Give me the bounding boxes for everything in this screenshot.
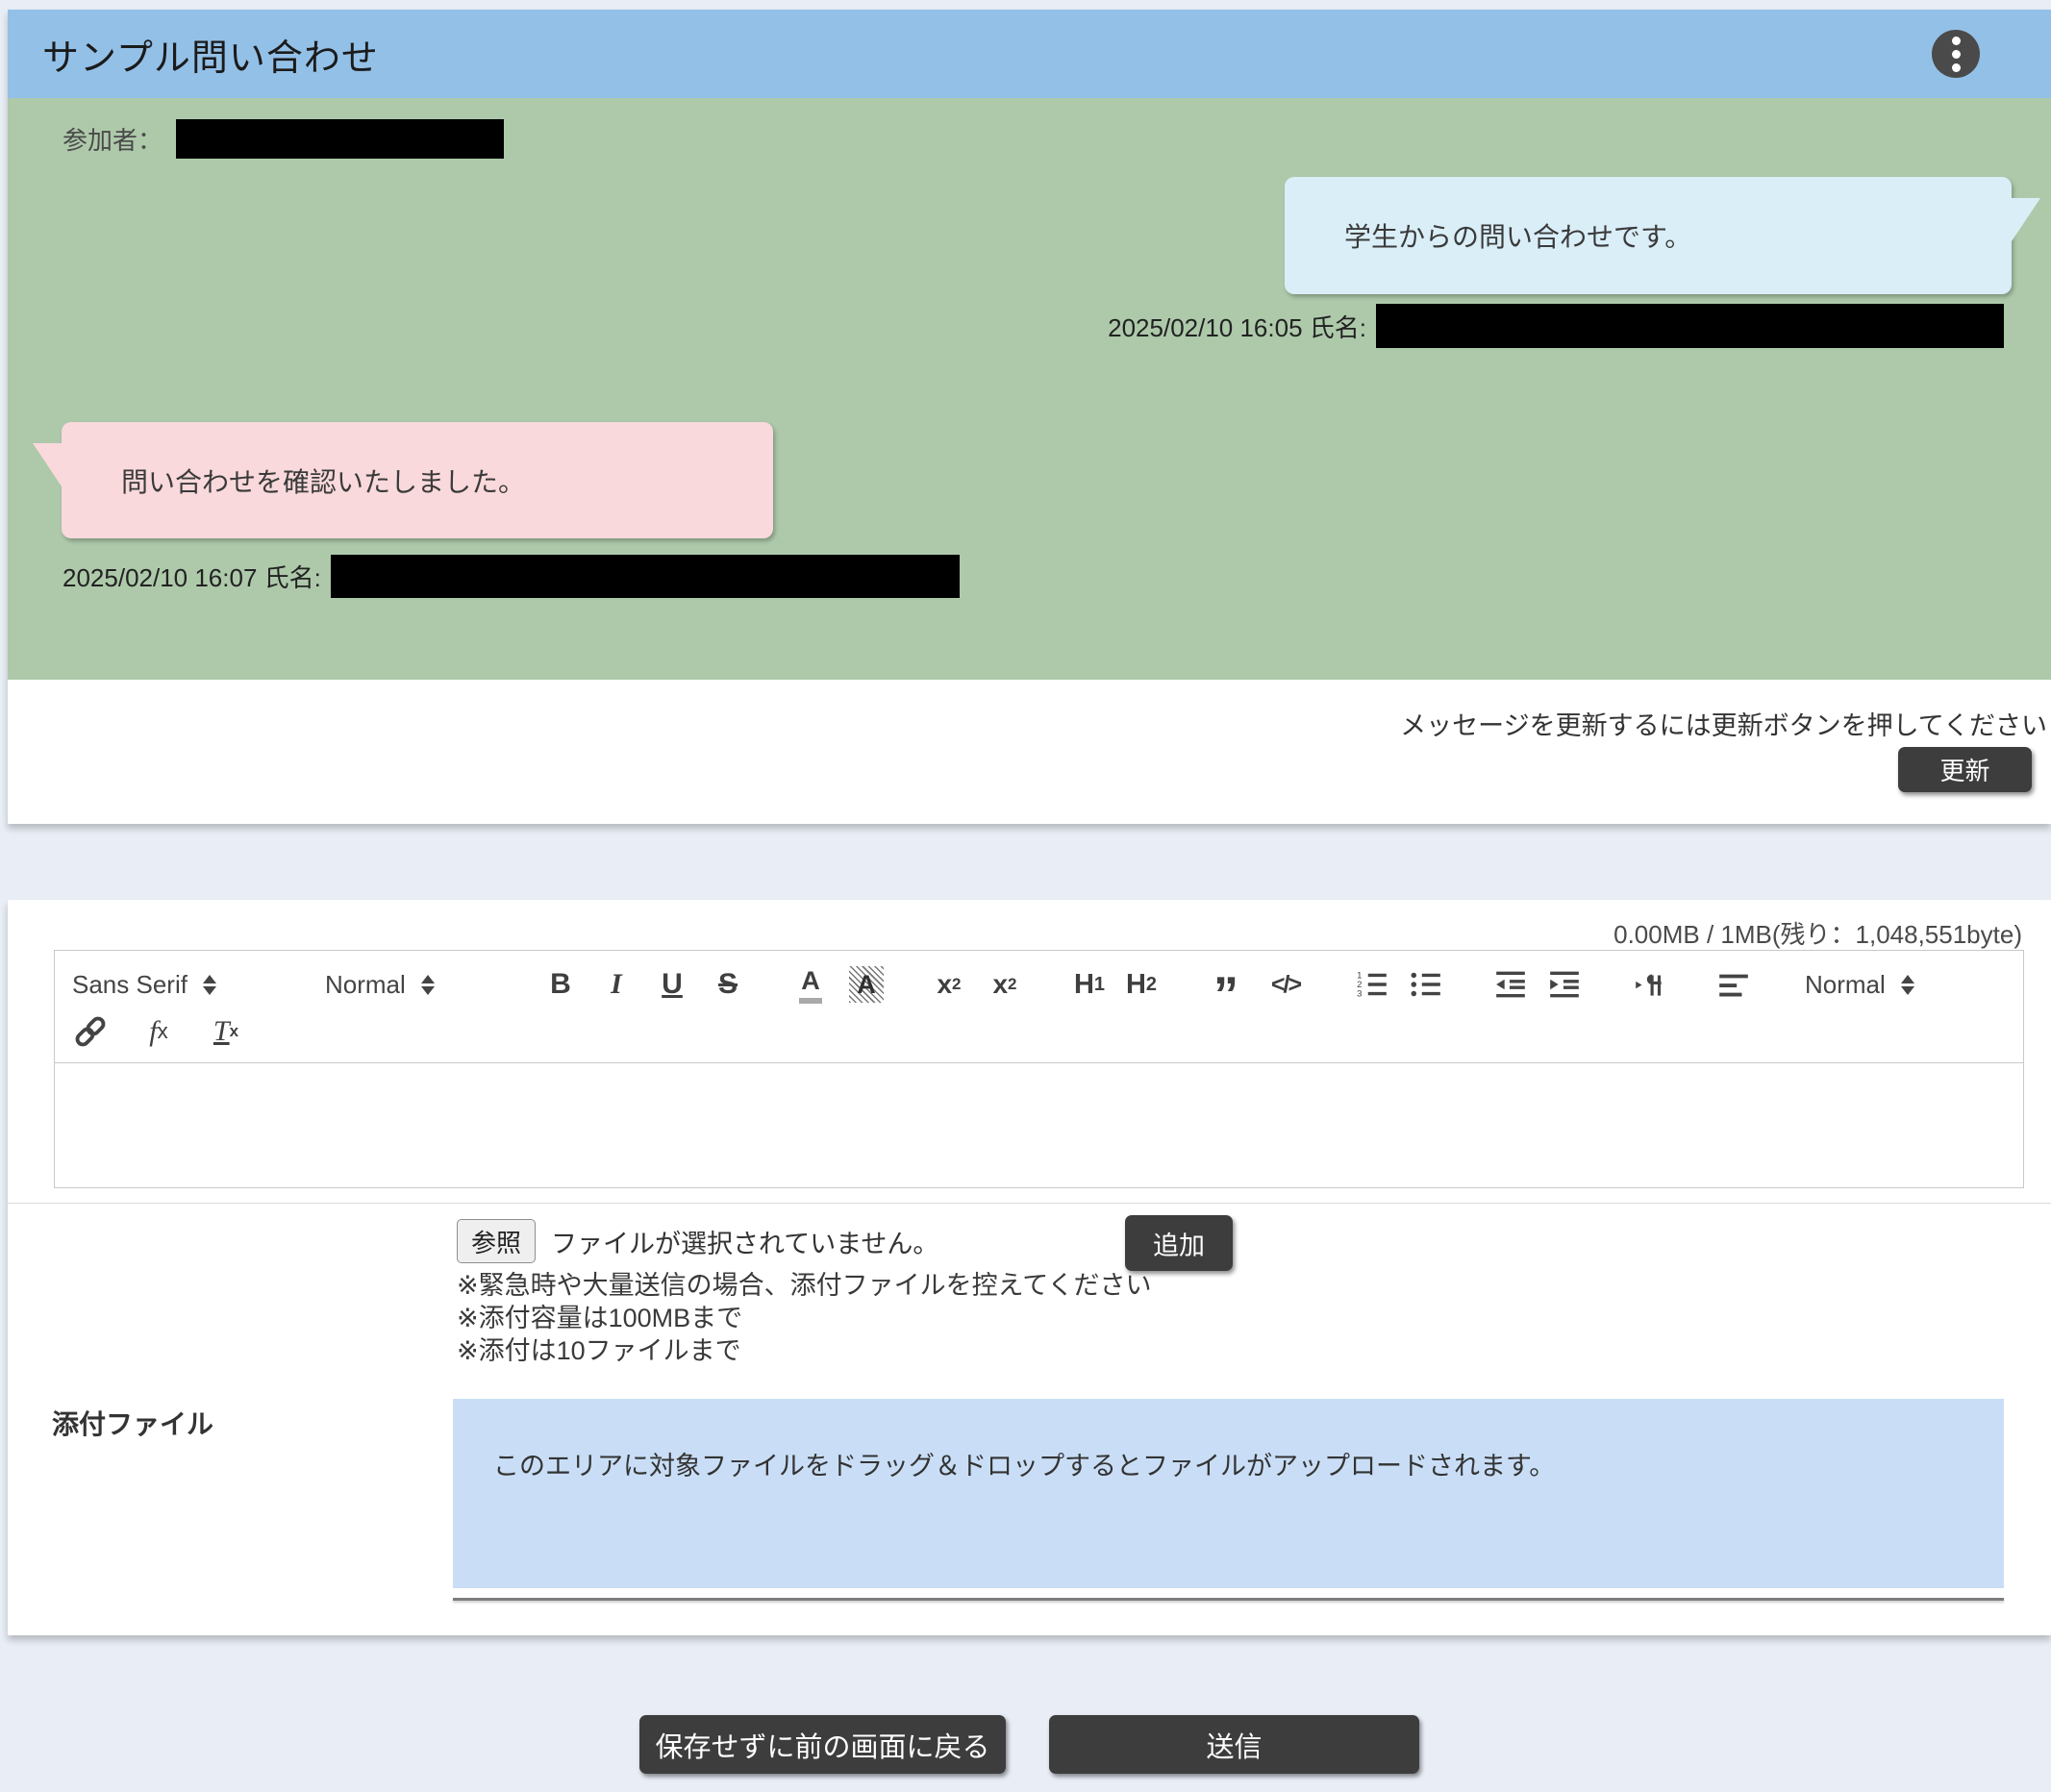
message-editor-input[interactable] (54, 1063, 2024, 1188)
align-icon (1716, 967, 1751, 1002)
formula-icon: f (149, 1015, 157, 1048)
sender-redacted-name (331, 555, 960, 598)
chat-bubble-right: 学生からの問い合わせです。 (1285, 177, 2012, 294)
h1-icon: H (1074, 969, 1094, 1001)
composer-panel: 0.00MB / 1MB(残り：1,048,551byte) Sans Seri… (8, 900, 2051, 1635)
font-select-value: Sans Serif (72, 970, 188, 1000)
add-attachment-button[interactable]: 追加 (1125, 1215, 1233, 1271)
h2-icon: H (1126, 969, 1146, 1001)
browse-file-button[interactable]: 参照 (457, 1219, 536, 1263)
participants-label: 参加者： (63, 121, 163, 157)
message-meta-row: 2025/02/10 16:07 氏名: (63, 555, 960, 598)
inquiry-page: サンプル問い合わせ 参加者： 学生からの問い合わせです。 2025/02/10 … (0, 0, 2051, 1792)
chat-panel-footer: メッセージを更新するには更新ボタンを押してください 更新 (8, 680, 2051, 824)
page-title: サンプル問い合わせ (42, 28, 1932, 81)
bullet-list-button[interactable] (1409, 964, 1443, 1005)
header-select[interactable]: Normal (317, 970, 495, 1000)
subscript-icon: x (937, 969, 952, 1000)
text-direction-icon (1632, 967, 1668, 1002)
text-color-button[interactable]: A (793, 964, 828, 1005)
formula-button[interactable]: fx (141, 1011, 176, 1052)
dropzone-divider (453, 1598, 2004, 1601)
attachment-note: ※添付容量は100MBまで (457, 1302, 1151, 1334)
subscript-button[interactable]: x2 (932, 964, 966, 1005)
attachment-notes: ※緊急時や大量送信の場合、添付ファイルを控えてください ※添付容量は100MBま… (457, 1269, 1151, 1367)
size-select-value: Normal (1805, 970, 1886, 1000)
chat-bubble-text: 学生からの問い合わせです。 (1344, 216, 1691, 255)
participants-redacted-name (176, 119, 504, 159)
font-select[interactable]: Sans Serif (64, 970, 271, 1000)
select-arrows-icon (421, 975, 435, 995)
size-select[interactable]: Normal (1797, 970, 1970, 1000)
back-without-save-button[interactable]: 保存せずに前の画面に戻る (639, 1715, 1006, 1774)
italic-button[interactable]: I (599, 964, 634, 1005)
select-arrows-icon (203, 975, 216, 995)
sender-redacted-name (1376, 304, 2004, 348)
file-browse-row: 参照 ファイルが選択されていません。 (457, 1219, 938, 1263)
bullet-list-icon (1409, 967, 1443, 1002)
rich-text-editor: Sans Serif Normal B I U S A (54, 950, 2024, 1188)
kebab-dot-icon (1952, 63, 1961, 72)
quota-text: 0.00MB / 1MB(残り：1,048,551byte) (1613, 915, 2022, 951)
align-button[interactable] (1716, 964, 1751, 1005)
strike-button[interactable]: S (711, 964, 745, 1005)
attachment-note: ※緊急時や大量送信の場合、添付ファイルを控えてください (457, 1269, 1151, 1302)
toolbar-row-1: Sans Serif Normal B I U S A (64, 964, 2013, 1005)
send-button[interactable]: 送信 (1049, 1715, 1419, 1774)
background-color-icon: A (849, 966, 884, 1003)
no-file-selected-text: ファイルが選択されていません。 (551, 1223, 938, 1260)
bold-button[interactable]: B (543, 964, 578, 1005)
kebab-dot-icon (1952, 37, 1961, 45)
text-color-icon: A (801, 966, 820, 1004)
chat-panel: サンプル問い合わせ 参加者： 学生からの問い合わせです。 2025/02/10 … (8, 10, 2051, 824)
kebab-dot-icon (1952, 50, 1961, 59)
background-color-button[interactable]: A (849, 964, 884, 1005)
dropzone-text: このエリアに対象ファイルをドラッグ＆ドロップするとファイルがアップロードされます… (493, 1452, 1555, 1481)
header-select-value: Normal (325, 970, 406, 1000)
bubble-tail-icon (33, 443, 63, 489)
indent-button[interactable] (1547, 964, 1582, 1005)
attachment-row-label: 添付ファイル (52, 1404, 213, 1442)
ordered-list-button[interactable]: 1 2 3 (1355, 964, 1389, 1005)
link-icon (72, 1013, 109, 1050)
svg-text:3: 3 (1357, 989, 1362, 1000)
text-direction-button[interactable] (1632, 964, 1668, 1005)
indent-icon (1547, 967, 1582, 1002)
clean-format-button[interactable]: Tx (209, 1011, 243, 1052)
bubble-tail-icon (2010, 198, 2040, 244)
section-divider (8, 1203, 2051, 1204)
message-meta-row: 2025/02/10 16:05 氏名: (1108, 304, 2004, 348)
file-dropzone[interactable]: このエリアに対象ファイルをドラッグ＆ドロップするとファイルがアップロードされます… (453, 1399, 2004, 1588)
message-timestamp: 2025/02/10 16:07 氏名: (63, 559, 321, 594)
code-block-button[interactable]: </> (1268, 964, 1303, 1005)
superscript-icon: x (992, 969, 1008, 1000)
ordered-list-icon: 1 2 3 (1355, 967, 1389, 1002)
message-timestamp: 2025/02/10 16:05 氏名: (1108, 309, 1366, 344)
superscript-button[interactable]: x2 (988, 964, 1022, 1005)
participants-row: 参加者： (63, 119, 504, 159)
underline-button[interactable]: U (655, 964, 689, 1005)
toolbar-row-2: fx Tx (64, 1008, 2013, 1055)
chat-bubble-left: 問い合わせを確認いたしました。 (62, 422, 773, 538)
select-arrows-icon (1901, 975, 1914, 995)
editor-toolbar: Sans Serif Normal B I U S A (54, 950, 2024, 1063)
update-button[interactable]: 更新 (1898, 747, 2032, 792)
chat-header: サンプル問い合わせ (8, 10, 2051, 98)
outdent-button[interactable] (1493, 964, 1528, 1005)
clean-format-icon: T (213, 1015, 230, 1048)
update-hint-text: メッセージを更新するには更新ボタンを押してください (1400, 705, 2047, 742)
kebab-menu-button[interactable] (1932, 30, 1980, 78)
header-2-button[interactable]: H2 (1124, 964, 1159, 1005)
header-1-button[interactable]: H1 (1072, 964, 1107, 1005)
outdent-icon (1493, 967, 1528, 1002)
blockquote-button[interactable]: ” (1209, 964, 1243, 1005)
chat-bubble-text: 問い合わせを確認いたしました。 (121, 461, 525, 500)
chat-message-area: 参加者： 学生からの問い合わせです。 2025/02/10 16:05 氏名: … (8, 98, 2051, 680)
link-button[interactable] (72, 1011, 109, 1052)
attachment-note: ※添付は10ファイルまで (457, 1334, 1151, 1367)
